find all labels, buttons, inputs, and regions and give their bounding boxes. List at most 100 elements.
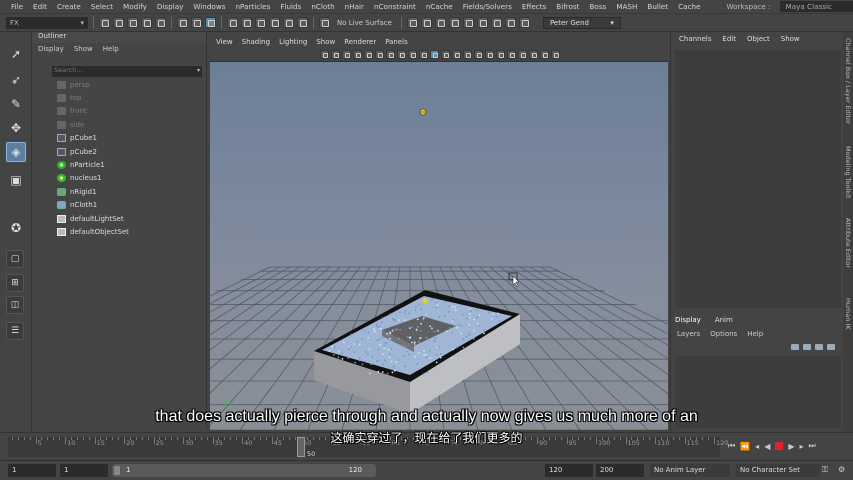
ambient-occlusion-icon[interactable] [485,50,494,59]
paint-select-tool-icon[interactable]: ✎ [6,94,26,114]
layers-menu-options[interactable]: Options [710,330,737,338]
channel-box-menu-object[interactable]: Object [747,35,770,43]
select-tool-icon[interactable]: ➚ [6,44,26,64]
menu-edit[interactable]: Edit [28,2,52,11]
side-tab-human-ik[interactable]: Human IK [844,298,852,330]
viewport-menu-view[interactable]: View [216,38,233,46]
camera-select-icon[interactable] [320,50,329,59]
viewport-3d[interactable] [210,62,668,430]
menu-effects[interactable]: Effects [517,2,551,11]
outliner-item-ncloth1[interactable]: nCloth1 [57,199,97,212]
tab-anim[interactable]: Anim [715,316,733,324]
xray-joints-icon[interactable] [540,50,549,59]
pause-viewport-icon[interactable] [518,17,530,28]
grid-icon[interactable] [364,50,373,59]
film-gate-icon[interactable] [375,50,384,59]
isolate-select-icon[interactable] [518,50,527,59]
outliner-item-defaultlightset[interactable]: defaultLightSet [57,212,124,225]
menu-display[interactable]: Display [152,2,189,11]
wireframe-on-shaded-icon[interactable] [441,50,450,59]
select-object-icon[interactable] [191,17,202,28]
play-forwards-icon[interactable]: ▶ [788,442,794,451]
outliner-item-pcube1[interactable]: pCube1 [57,132,97,145]
redo-icon[interactable] [155,17,166,28]
gate-mask-icon[interactable] [397,50,406,59]
open-scene-icon[interactable] [113,17,124,28]
play-backwards-icon[interactable]: ◀ [764,442,770,451]
menu-modify[interactable]: Modify [118,2,152,11]
new-layer-icon[interactable] [815,344,823,350]
resolution-gate-icon[interactable] [386,50,395,59]
record-stop-icon[interactable] [775,442,784,450]
tab-display[interactable]: Display [675,316,701,324]
outliner-layout-icon[interactable]: ☰ [6,322,24,340]
side-tab-modeling-toolkit[interactable]: Modeling Toolkit [844,146,852,198]
menu-bifrost[interactable]: Bifrost [551,2,584,11]
render-icon[interactable] [434,17,446,28]
last-tool-icon[interactable]: ✪ [6,218,26,238]
menu-nparticles[interactable]: nParticles [230,2,275,11]
channel-box-menu-channels[interactable]: Channels [679,35,711,43]
menu-nconstraint[interactable]: nConstraint [369,2,421,11]
layers-menu-layers[interactable]: Layers [677,330,700,338]
outliner-menu-help[interactable]: Help [103,45,119,53]
menu-mash[interactable]: MASH [611,2,642,11]
lights-icon[interactable] [463,50,472,59]
outliner-menu-show[interactable]: Show [74,45,93,53]
menu-select[interactable]: Select [86,2,118,11]
menu-fields-solvers[interactable]: Fields/Solvers [458,2,517,11]
bookmark-icon[interactable] [342,50,351,59]
ipr-render-icon[interactable] [448,17,460,28]
step-back-frame-icon[interactable]: ◂ [755,442,759,451]
shadows-icon[interactable] [474,50,483,59]
anim-layer-dropdown[interactable]: No Anim Layer [650,464,730,477]
select-hierarchy-icon[interactable] [177,17,188,28]
live-surface-icon[interactable] [319,17,330,28]
anti-aliasing-icon[interactable] [496,50,505,59]
side-tab-attribute-editor[interactable]: Attribute Editor [844,218,852,268]
snap-curve-icon[interactable] [241,17,252,28]
viewport-menu-shading[interactable]: Shading [242,38,270,46]
channel-box-menu-show[interactable]: Show [781,35,800,43]
save-scene-icon[interactable] [127,17,138,28]
user-dropdown[interactable]: Peter Gend ▾ [542,16,621,29]
go-to-end-icon[interactable]: ⏭ [809,441,816,451]
layers-menu-help[interactable]: Help [747,330,763,338]
menuset-dropdown[interactable]: FX ▾ [6,16,88,29]
viewport-menu-panels[interactable]: Panels [385,38,408,46]
image-plane-icon[interactable] [353,50,362,59]
menu-windows[interactable]: Windows [188,2,230,11]
camera-attributes-icon[interactable] [331,50,340,59]
rotate-tool-icon[interactable]: ◈ [6,142,26,162]
light-editor-icon[interactable] [504,17,516,28]
current-frame-marker[interactable] [297,437,306,457]
menu-nhair[interactable]: nHair [340,2,369,11]
snap-surface-icon[interactable] [283,17,294,28]
outliner-menu-display[interactable]: Display [38,45,64,53]
render-view-icon[interactable] [420,17,432,28]
render-settings-icon[interactable] [462,17,474,28]
preferences-icon[interactable]: ⚙ [838,465,845,474]
textured-icon[interactable] [452,50,461,59]
menu-bullet[interactable]: Bullet [642,2,673,11]
outliner-item-persp[interactable]: persp [57,78,90,91]
outliner-item-pcube2[interactable]: pCube2 [57,145,97,158]
range-slider-handle[interactable] [114,466,120,475]
outliner-item-side[interactable]: side [57,118,84,131]
auto-key-icon[interactable]: ⚿ [822,465,828,475]
render-setup-icon[interactable] [490,17,502,28]
outliner-item-nrigid1[interactable]: nRigid1 [57,185,97,198]
two-pane-layout-icon[interactable]: ◫ [6,296,24,314]
outliner-item-top[interactable]: top [57,91,81,104]
step-forward-frame-icon[interactable]: ▸ [800,442,804,451]
range-slider[interactable]: 1 120 [112,464,376,477]
wireframe-icon[interactable] [419,50,428,59]
outliner-search-input[interactable]: Search... ▾ [52,66,202,77]
time-slider-track[interactable]: 5 10 15 20 25 30 35 40 45 50 55 60 65 70 75 80 85 90 95 100… [8,437,728,458]
history-icon[interactable] [406,17,418,28]
outliner-item-nucleus1[interactable]: nucleus1 [57,172,102,185]
menu-ncache[interactable]: nCache [421,2,458,11]
lasso-tool-icon[interactable]: ➶ [6,70,26,90]
outliner-item-front[interactable]: front [57,105,87,118]
move-tool-icon[interactable]: ✥ [6,118,26,138]
